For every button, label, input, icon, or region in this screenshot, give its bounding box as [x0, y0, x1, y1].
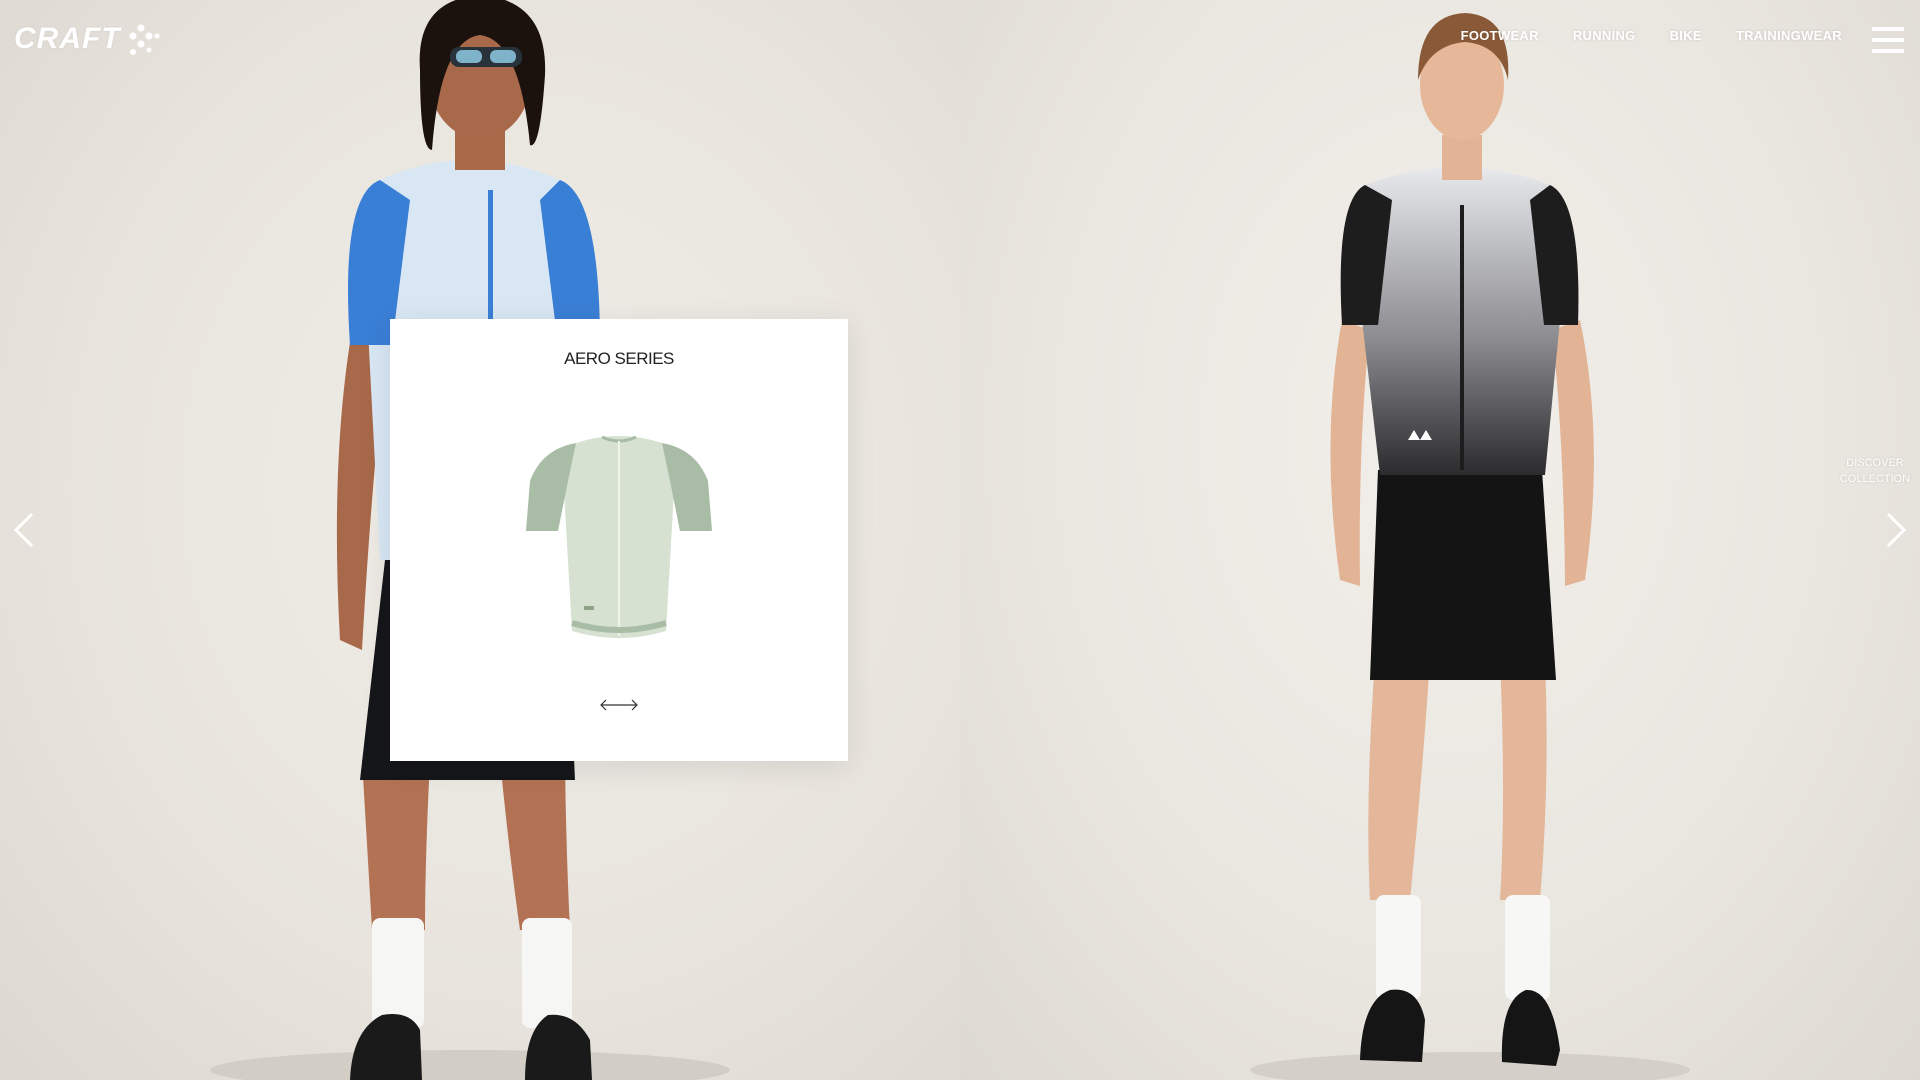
- nav-item-footwear[interactable]: FOOTWEAR: [1461, 28, 1539, 43]
- logo-dots-icon: [129, 24, 160, 55]
- logo-text: CRAFT: [14, 22, 121, 55]
- product-card-title: AERO SERIES: [564, 349, 674, 368]
- product-card[interactable]: AERO SERIES: [390, 319, 848, 761]
- nav-item-running[interactable]: RUNNING: [1573, 28, 1636, 43]
- chevron-right-icon[interactable]: [1880, 510, 1910, 550]
- hero-panel-right[interactable]: [960, 0, 1920, 1080]
- top-navigation: FOOTWEAR RUNNING BIKE TRAININGWEAR: [1461, 28, 1842, 43]
- discover-collection-link[interactable]: DISCOVER COLLECTION: [1835, 455, 1915, 487]
- chevron-left-icon[interactable]: [10, 510, 40, 550]
- discover-line-1: DISCOVER: [1846, 457, 1904, 469]
- nav-item-bike[interactable]: BIKE: [1670, 28, 1702, 43]
- page: CRAFT FOOTWEAR RUNNING BIKE TRAININGWEAR…: [0, 0, 1920, 1080]
- craft-logo[interactable]: CRAFT: [14, 22, 161, 56]
- hamburger-icon[interactable]: [1872, 27, 1904, 53]
- model-photo-right: [1250, 13, 1690, 1080]
- double-arrow-icon[interactable]: [599, 698, 639, 712]
- discover-line-2: COLLECTION: [1839, 473, 1911, 485]
- jersey-image[interactable]: [524, 431, 714, 651]
- nav-item-trainingwear[interactable]: TRAININGWEAR: [1736, 28, 1842, 43]
